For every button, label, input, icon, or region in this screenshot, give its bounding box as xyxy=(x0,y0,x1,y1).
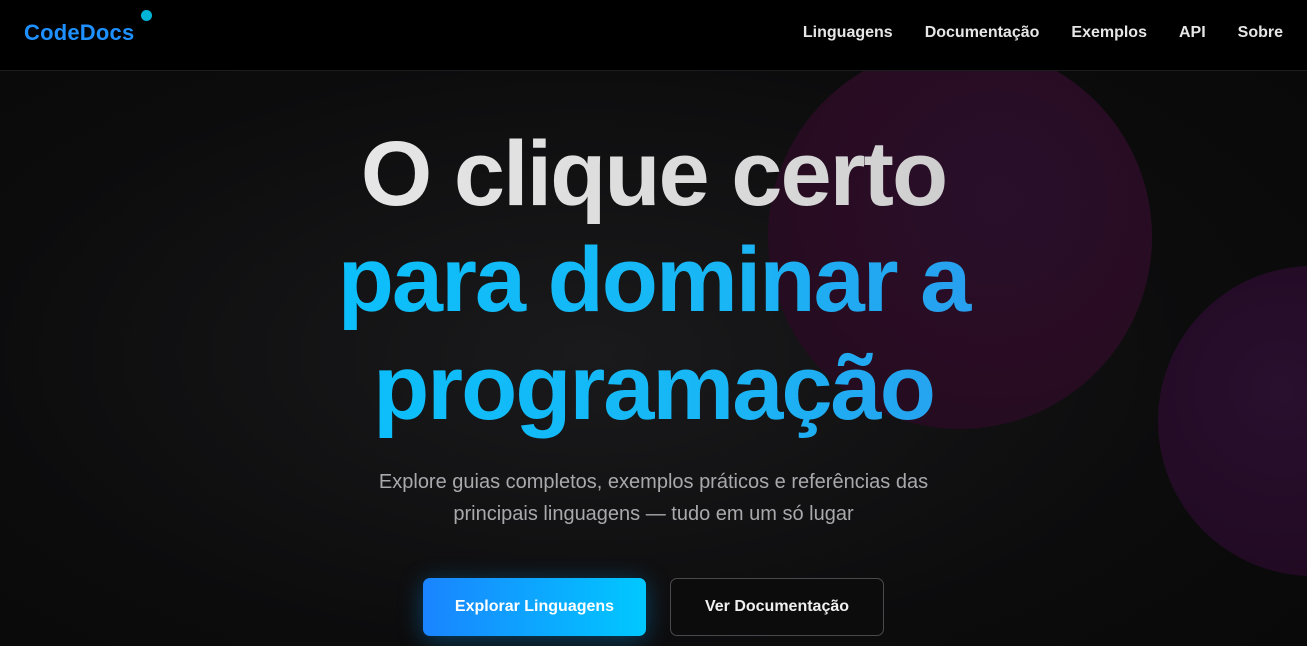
hero-title-line-3: programação xyxy=(0,334,1307,442)
top-header: CodeDocs Linguagens Documentação Exemplo… xyxy=(0,0,1307,71)
logo[interactable]: CodeDocs xyxy=(24,20,134,46)
hero-title-line-2: para dominar a xyxy=(0,226,1307,334)
nav-link-documentacao[interactable]: Documentação xyxy=(925,24,1040,42)
hero-title-line-1: O clique certo xyxy=(0,120,1307,228)
hero-title: O clique certo para dominar a programaçã… xyxy=(0,120,1307,442)
nav-link-linguagens[interactable]: Linguagens xyxy=(803,24,893,42)
hero-section: O clique certo para dominar a programaçã… xyxy=(0,70,1307,636)
view-documentation-button[interactable]: Ver Documentação xyxy=(670,578,884,636)
hero-buttons: Explorar Linguagens Ver Documentação xyxy=(0,578,1307,636)
logo-dot-icon xyxy=(141,10,152,21)
page: CodeDocs Linguagens Documentação Exemplo… xyxy=(0,0,1307,646)
nav-link-api[interactable]: API xyxy=(1179,24,1206,42)
explore-languages-button[interactable]: Explorar Linguagens xyxy=(423,578,646,636)
main-nav: Linguagens Documentação Exemplos API Sob… xyxy=(803,24,1283,42)
hero-subtitle: Explore guias completos, exemplos prátic… xyxy=(378,471,929,525)
nav-link-sobre[interactable]: Sobre xyxy=(1238,24,1283,42)
nav-link-exemplos[interactable]: Exemplos xyxy=(1071,24,1147,42)
